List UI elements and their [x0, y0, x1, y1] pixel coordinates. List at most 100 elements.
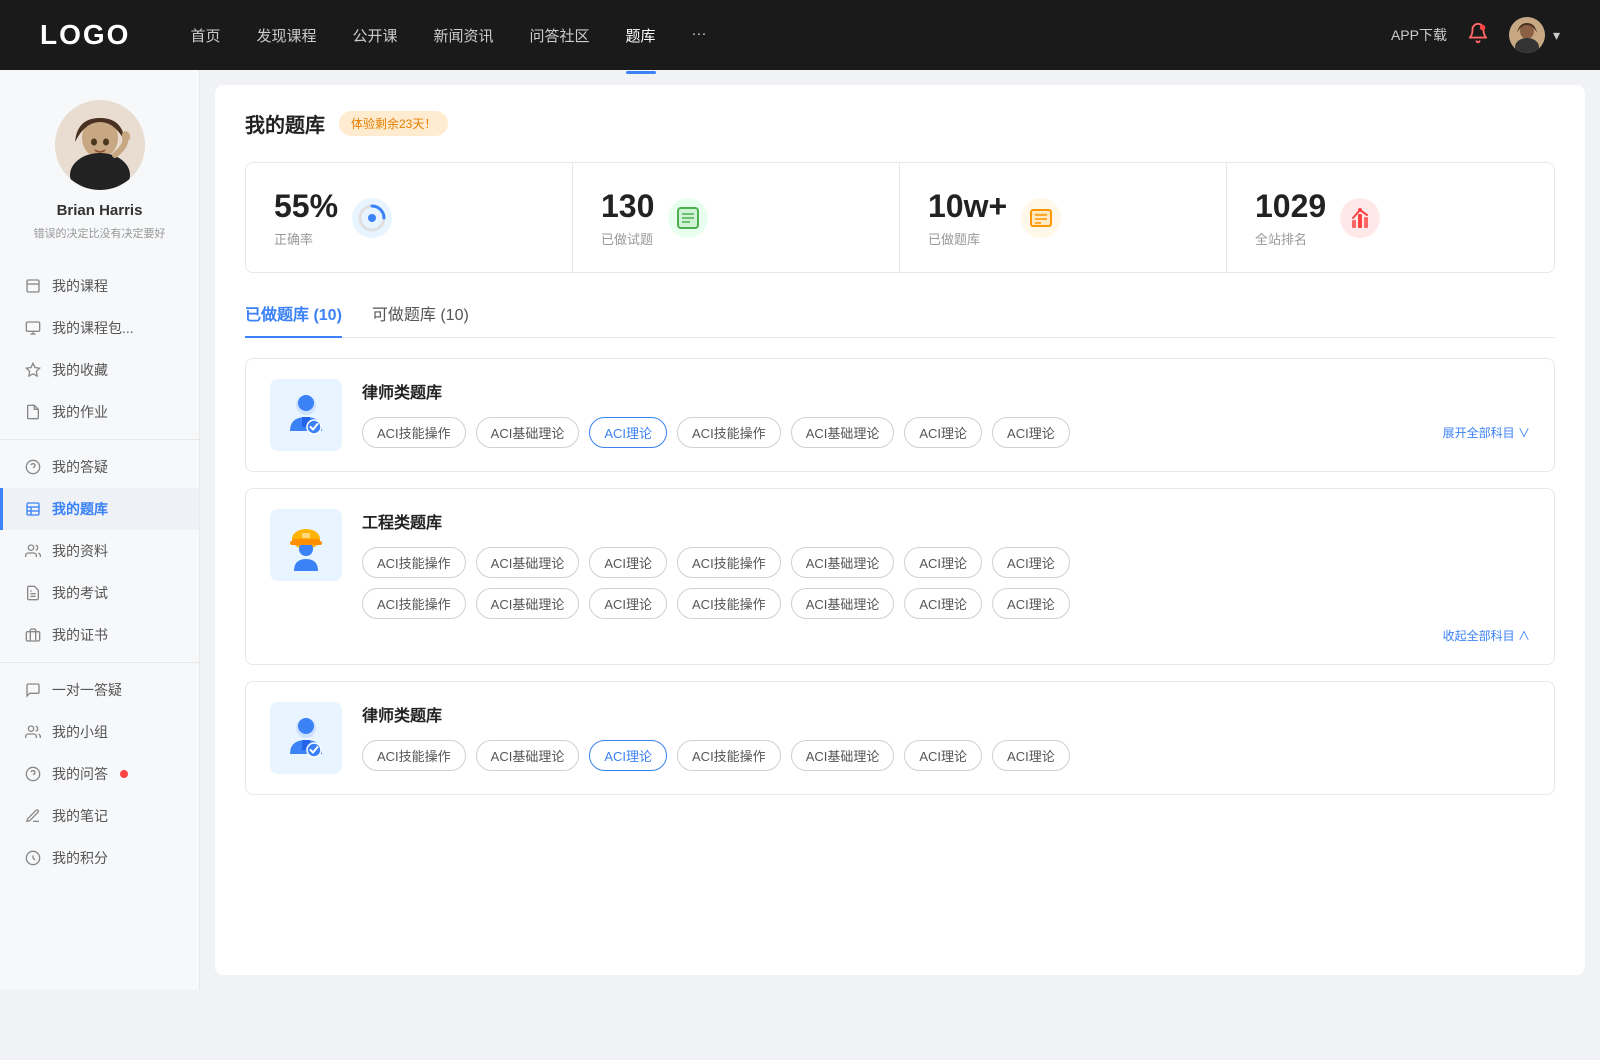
nav-qbank[interactable]: 题库 — [626, 21, 656, 50]
tag-1-1[interactable]: ACI基础理论 — [476, 417, 580, 448]
nav-qa[interactable]: 问答社区 — [530, 21, 590, 50]
expand-link-1[interactable]: 展开全部科目 ∨ — [1443, 424, 1530, 441]
nav-home[interactable]: 首页 — [190, 21, 220, 50]
main-layout: Brian Harris 错误的决定比没有决定要好 我的课程 我的课程包... … — [0, 70, 1600, 990]
tag-2r2-5[interactable]: ACI理论 — [904, 588, 982, 619]
stat-accuracy-label: 正确率 — [274, 229, 338, 248]
tag-2-1[interactable]: ACI基础理论 — [476, 547, 580, 578]
main-header: LOGO 首页 发现课程 公开课 新闻资讯 问答社区 题库 ··· APP下载 — [0, 0, 1600, 70]
banks-icon — [1021, 198, 1061, 238]
tag-3-4[interactable]: ACI基础理论 — [791, 740, 895, 771]
group-icon — [24, 723, 42, 741]
stat-banks: 10w+ 已做题库 — [900, 163, 1227, 272]
user-avatar-wrap[interactable]: ▾ — [1509, 17, 1560, 53]
logo[interactable]: LOGO — [40, 19, 130, 51]
nav-open-course[interactable]: 公开课 — [352, 21, 397, 50]
sidebar-divider-1 — [0, 439, 199, 440]
tag-3-3[interactable]: ACI技能操作 — [677, 740, 781, 771]
stats-row: 55% 正确率 130 已做试题 — [245, 162, 1555, 273]
tag-2-3[interactable]: ACI技能操作 — [677, 547, 781, 578]
tag-2-4[interactable]: ACI基础理论 — [791, 547, 895, 578]
main-nav: 首页 发现课程 公开课 新闻资讯 问答社区 题库 ··· — [190, 21, 1391, 50]
sidebar-label-cert: 我的证书 — [52, 625, 108, 645]
sidebar-label-qbank: 我的题库 — [52, 499, 108, 519]
sidebar-item-points[interactable]: 我的积分 — [0, 837, 199, 879]
tag-2r2-0[interactable]: ACI技能操作 — [362, 588, 466, 619]
favorites-icon — [24, 361, 42, 379]
sidebar-item-profile[interactable]: 我的资料 — [0, 530, 199, 572]
lawyer-icon-1 — [270, 379, 342, 451]
tag-3-1[interactable]: ACI基础理论 — [476, 740, 580, 771]
tag-2-2[interactable]: ACI理论 — [589, 547, 667, 578]
sidebar-item-qa[interactable]: 我的答疑 — [0, 446, 199, 488]
nav-discover[interactable]: 发现课程 — [256, 21, 316, 50]
homework-icon — [24, 403, 42, 421]
sidebar-avatar — [55, 100, 145, 190]
tag-2r2-6[interactable]: ACI理论 — [992, 588, 1070, 619]
tag-1-5[interactable]: ACI理论 — [904, 417, 982, 448]
notification-bell[interactable] — [1467, 22, 1489, 49]
questions-icon — [668, 198, 708, 238]
stat-questions: 130 已做试题 — [573, 163, 900, 272]
sidebar-item-homework[interactable]: 我的作业 — [0, 391, 199, 433]
sidebar-item-exam[interactable]: 我的考试 — [0, 572, 199, 614]
sidebar: Brian Harris 错误的决定比没有决定要好 我的课程 我的课程包... … — [0, 70, 200, 990]
tag-1-0[interactable]: ACI技能操作 — [362, 417, 466, 448]
tag-2-5[interactable]: ACI理论 — [904, 547, 982, 578]
app-download-link[interactable]: APP下载 — [1391, 25, 1447, 45]
sidebar-item-course-package[interactable]: 我的课程包... — [0, 307, 199, 349]
tag-2r2-4[interactable]: ACI基础理论 — [791, 588, 895, 619]
page-title: 我的题库 — [245, 109, 325, 138]
tab-available[interactable]: 可做题库 (10) — [372, 301, 469, 337]
tag-3-0[interactable]: ACI技能操作 — [362, 740, 466, 771]
sidebar-item-notes[interactable]: 我的笔记 — [0, 795, 199, 837]
tag-2-0[interactable]: ACI技能操作 — [362, 547, 466, 578]
tag-3-6[interactable]: ACI理论 — [992, 740, 1070, 771]
sidebar-item-group[interactable]: 我的小组 — [0, 711, 199, 753]
qa-icon — [24, 458, 42, 476]
tag-1-6[interactable]: ACI理论 — [992, 417, 1070, 448]
stat-banks-value: 10w+ — [928, 187, 1007, 225]
trial-badge: 体验剩余23天！ — [339, 111, 448, 136]
nav-more[interactable]: ··· — [692, 21, 707, 50]
sidebar-item-qbank[interactable]: 我的题库 — [0, 488, 199, 530]
sidebar-item-my-qa[interactable]: 我的问答 — [0, 753, 199, 795]
my-qa-icon — [24, 765, 42, 783]
sidebar-item-favorites[interactable]: 我的收藏 — [0, 349, 199, 391]
qbank-card-lawyer-1: 律师类题库 ACI技能操作 ACI基础理论 ACI理论 ACI技能操作 ACI基… — [245, 358, 1555, 472]
tag-2-6[interactable]: ACI理论 — [992, 547, 1070, 578]
stat-questions-label: 已做试题 — [601, 229, 654, 248]
sidebar-label-qa: 我的答疑 — [52, 457, 108, 477]
qbank-content-1: 律师类题库 ACI技能操作 ACI基础理论 ACI理论 ACI技能操作 ACI基… — [362, 379, 1530, 448]
tag-2r2-3[interactable]: ACI技能操作 — [677, 588, 781, 619]
qa-notification-dot — [120, 770, 128, 778]
sidebar-username: Brian Harris — [57, 202, 143, 219]
tag-1-4[interactable]: ACI基础理论 — [791, 417, 895, 448]
qbank-title-2: 工程类题库 — [362, 509, 1530, 533]
qbank-tags-2-row1: ACI技能操作 ACI基础理论 ACI理论 ACI技能操作 ACI基础理论 AC… — [362, 547, 1530, 578]
engineer-icon — [270, 509, 342, 581]
nav-news[interactable]: 新闻资讯 — [434, 21, 494, 50]
qbank-card-engineer: 工程类题库 ACI技能操作 ACI基础理论 ACI理论 ACI技能操作 ACI基… — [245, 488, 1555, 665]
sidebar-item-cert[interactable]: 我的证书 — [0, 614, 199, 656]
tag-3-5[interactable]: ACI理论 — [904, 740, 982, 771]
qbank-icon — [24, 500, 42, 518]
sidebar-item-1on1[interactable]: 一对一答疑 — [0, 669, 199, 711]
tab-done[interactable]: 已做题库 (10) — [245, 301, 342, 337]
sidebar-label-my-course: 我的课程 — [52, 276, 108, 296]
notes-icon — [24, 807, 42, 825]
tag-2r2-1[interactable]: ACI基础理论 — [476, 588, 580, 619]
qbank-card-lawyer-2: 律师类题库 ACI技能操作 ACI基础理论 ACI理论 ACI技能操作 ACI基… — [245, 681, 1555, 795]
exam-icon — [24, 584, 42, 602]
tag-1-3[interactable]: ACI技能操作 — [677, 417, 781, 448]
sidebar-label-exam: 我的考试 — [52, 583, 108, 603]
stat-accuracy: 55% 正确率 — [246, 163, 573, 272]
sidebar-label-course-package: 我的课程包... — [52, 318, 134, 338]
points-icon — [24, 849, 42, 867]
tag-3-2[interactable]: ACI理论 — [589, 740, 667, 771]
tag-1-2[interactable]: ACI理论 — [589, 417, 667, 448]
sidebar-item-my-course[interactable]: 我的课程 — [0, 265, 199, 307]
stat-rank: 1029 全站排名 — [1227, 163, 1554, 272]
collapse-link[interactable]: 收起全部科目 ∧ — [1443, 627, 1530, 644]
tag-2r2-2[interactable]: ACI理论 — [589, 588, 667, 619]
